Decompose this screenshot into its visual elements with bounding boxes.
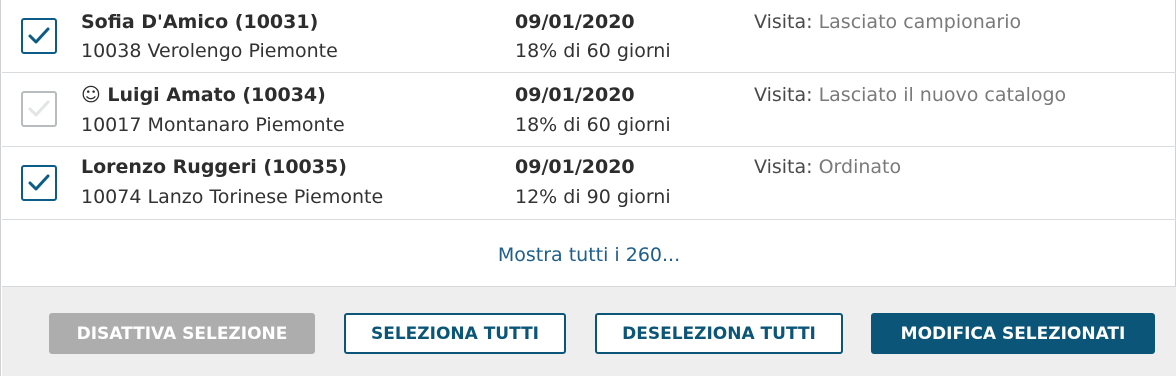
deactivate-selection-button[interactable]: DISATTIVA SELEZIONE [49, 313, 315, 354]
visit-value: Lasciato campionario [818, 11, 1022, 33]
customer-name: Sofia D'Amico (10031) [81, 11, 319, 33]
order-date: 09/01/2020 [515, 11, 635, 33]
customer-list: Sofia D'Amico (10031) 10038 Verolengo Pi… [2, 0, 1176, 220]
payment-terms: 18% di 60 giorni [515, 40, 671, 62]
show-all-link[interactable]: Mostra tutti i 260... [2, 220, 1176, 286]
visit-label: Visita: [754, 156, 813, 178]
checkmark-icon [28, 174, 50, 191]
row-checkbox[interactable] [21, 91, 57, 127]
customer-address: 10074 Lanzo Torinese Piemonte [81, 186, 384, 208]
deselect-all-button[interactable]: DESELEZIONA TUTTI [595, 313, 843, 354]
row-checkbox[interactable] [21, 165, 57, 201]
checkmark-icon [28, 27, 50, 44]
list-item[interactable]: ☺ Luigi Amato (10034) 10017 Montanaro Pi… [2, 73, 1176, 147]
visit-note: Visita: Lasciato campionario [754, 11, 1021, 33]
customer-list-panel: Sofia D'Amico (10031) 10038 Verolengo Pi… [0, 0, 1176, 376]
order-date: 09/01/2020 [515, 84, 635, 106]
visit-note: Visita: Ordinato [754, 156, 901, 178]
select-all-button[interactable]: SELEZIONA TUTTI [344, 313, 566, 354]
checkmark-icon [28, 100, 50, 117]
customer-name: ☺ Luigi Amato (10034) [81, 84, 326, 106]
visit-value: Lasciato il nuovo catalogo [818, 84, 1067, 106]
list-item[interactable]: Sofia D'Amico (10031) 10038 Verolengo Pi… [2, 0, 1176, 73]
customer-address: 10038 Verolengo Piemonte [81, 40, 338, 62]
visit-label: Visita: [754, 11, 813, 33]
payment-terms: 12% di 90 giorni [515, 186, 671, 208]
visit-label: Visita: [754, 84, 813, 106]
list-item[interactable]: Lorenzo Ruggeri (10035) 10074 Lanzo Tori… [2, 147, 1176, 220]
order-date: 09/01/2020 [515, 156, 635, 178]
row-checkbox[interactable] [21, 18, 57, 54]
visit-note: Visita: Lasciato il nuovo catalogo [754, 84, 1066, 106]
action-bar: DISATTIVA SELEZIONE SELEZIONA TUTTI DESE… [2, 286, 1176, 376]
payment-terms: 18% di 60 giorni [515, 114, 671, 136]
visit-value: Ordinato [818, 156, 902, 178]
customer-address: 10017 Montanaro Piemonte [81, 114, 345, 136]
customer-name: Lorenzo Ruggeri (10035) [81, 156, 347, 178]
edit-selected-button[interactable]: MODIFICA SELEZIONATI [871, 313, 1155, 354]
